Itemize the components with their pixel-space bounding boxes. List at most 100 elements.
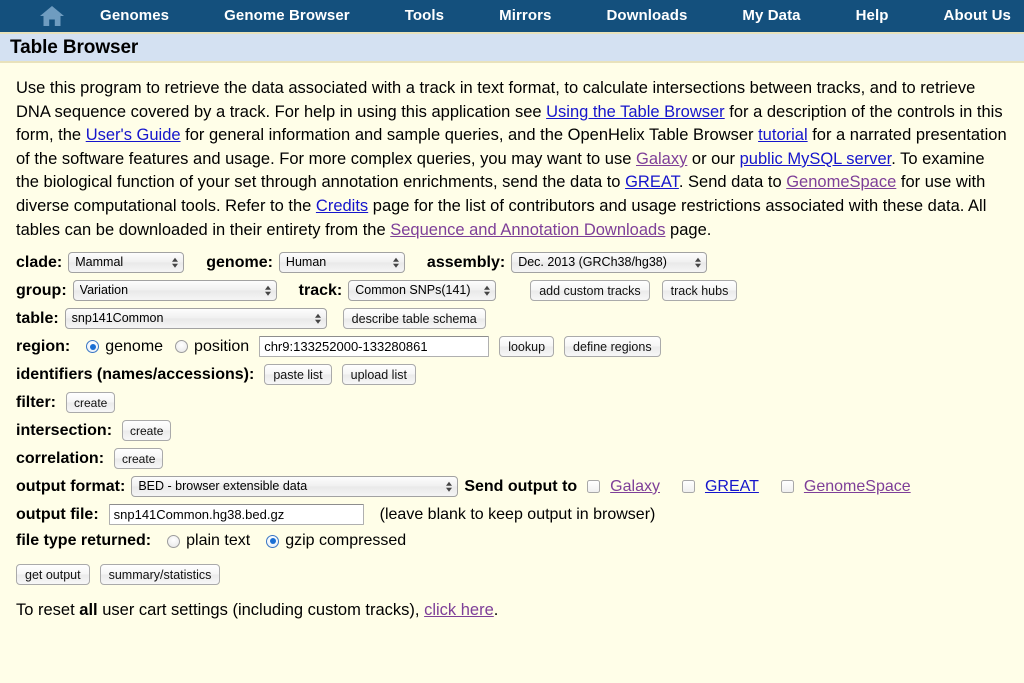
describe-table-schema-button[interactable]: describe table schema (342, 308, 486, 330)
summary-statistics-button[interactable]: summary/statistics (99, 564, 221, 586)
track-hubs-button[interactable]: track hubs (661, 280, 738, 302)
add-custom-tracks-button[interactable]: add custom tracks (530, 280, 650, 302)
nav-item-genome-browser[interactable]: Genome Browser (211, 0, 363, 33)
reset-text-1: To reset (16, 601, 80, 620)
nav-item-about-us[interactable]: About Us (931, 0, 1024, 33)
region-position-radio[interactable] (175, 340, 189, 354)
link-great[interactable]: GREAT (625, 173, 679, 191)
output-file-hint: (leave blank to keep output in browser) (379, 505, 656, 523)
send-to-genomespace-link[interactable]: GenomeSpace (804, 478, 911, 496)
send-to-great-checkbox[interactable] (681, 480, 695, 494)
file-type-gzip-label: gzip compressed (285, 532, 407, 550)
output-file-input[interactable] (108, 504, 364, 526)
intro-text-3: for general information and sample queri… (180, 126, 759, 145)
send-to-galaxy-checkbox[interactable] (587, 480, 601, 494)
upload-list-button[interactable]: upload list (341, 364, 416, 386)
page-title: Table Browser (10, 36, 139, 58)
group-select[interactable]: Variation (72, 280, 277, 302)
row-intersection: intersection: create (16, 420, 1010, 442)
file-type-label: file type returned: (16, 532, 152, 550)
table-select[interactable]: snp141Common (64, 308, 327, 330)
intro-text-7: . Send data to (678, 173, 787, 192)
region-position-input[interactable] (259, 336, 490, 358)
correlation-label: correlation: (16, 449, 105, 467)
filter-create-button[interactable]: create (66, 392, 116, 414)
reset-text-2: user cart settings (including custom tra… (97, 601, 425, 620)
reset-cart-link[interactable]: click here (424, 601, 494, 619)
row-correlation: correlation: create (16, 448, 1010, 470)
nav-item-help[interactable]: Help (843, 0, 902, 33)
link-sequence-and-annotation-downloads[interactable]: Sequence and Annotation Downloads (390, 221, 665, 239)
output-format-select-wrapper[interactable]: BED - browser extensible data (131, 476, 459, 498)
row-region: region: genome position lookup define re… (16, 336, 1010, 358)
row-actions: get output summary/statistics (16, 564, 1010, 586)
link-tutorial[interactable]: tutorial (758, 126, 808, 144)
intersection-create-button[interactable]: create (122, 420, 172, 442)
filter-label: filter: (16, 393, 56, 411)
clade-label: clade: (16, 253, 63, 271)
link-using-the-table-browser[interactable]: Using the Table Browser (546, 103, 725, 121)
clade-select[interactable]: Mammal (68, 252, 185, 274)
genome-select-wrapper[interactable]: Human (278, 252, 405, 274)
output-format-select[interactable]: BED - browser extensible data (131, 476, 459, 498)
reset-text-all: all (79, 601, 98, 620)
send-output-to-label: Send output to (464, 477, 578, 495)
file-type-plain-text-label: plain text (186, 532, 251, 550)
link-credits[interactable]: Credits (316, 197, 368, 215)
track-select[interactable]: Common SNPs(141) (348, 280, 497, 302)
link-galaxy[interactable]: Galaxy (636, 150, 687, 168)
group-select-wrapper[interactable]: Variation (72, 280, 277, 302)
send-to-genomespace-checkbox[interactable] (780, 480, 794, 494)
reset-text-3: . (493, 601, 499, 620)
send-to-great-link[interactable]: GREAT (705, 478, 759, 496)
main-content: Use this program to retrieve the data as… (0, 63, 1024, 620)
row-output-format: output format: BED - browser extensible … (16, 476, 1010, 498)
top-navigation-bar: Genomes Genome Browser Tools Mirrors Dow… (0, 0, 1024, 34)
nav-items: Genomes Genome Browser Tools Mirrors Dow… (87, 0, 1024, 33)
file-type-gzip-radio[interactable] (266, 534, 280, 548)
paste-list-button[interactable]: paste list (264, 364, 332, 386)
row-filter: filter: create (16, 392, 1010, 414)
genome-select[interactable]: Human (278, 252, 405, 274)
get-output-button[interactable]: get output (16, 564, 90, 586)
define-regions-button[interactable]: define regions (564, 336, 661, 358)
table-label: table: (16, 309, 59, 327)
row-identifiers: identifiers (names/accessions): paste li… (16, 364, 1010, 386)
identifiers-label: identifiers (names/accessions): (16, 365, 255, 383)
output-file-label: output file: (16, 505, 99, 523)
nav-item-downloads[interactable]: Downloads (594, 0, 701, 33)
assembly-label: assembly: (426, 253, 506, 271)
reset-cart-text: To reset all user cart settings (includi… (16, 601, 1010, 620)
region-genome-radio[interactable] (86, 340, 100, 354)
file-type-plain-text-radio[interactable] (167, 534, 181, 548)
nav-item-tools[interactable]: Tools (392, 0, 457, 33)
table-select-wrapper[interactable]: snp141Common (64, 308, 327, 330)
home-icon[interactable] (32, 4, 71, 28)
assembly-select-wrapper[interactable]: Dec. 2013 (GRCh38/hg38) (511, 252, 708, 274)
group-label: group: (16, 281, 67, 299)
intro-paragraph: Use this program to retrieve the data as… (16, 77, 1010, 242)
intersection-label: intersection: (16, 421, 113, 439)
link-genomespace[interactable]: GenomeSpace (786, 173, 896, 191)
lookup-button[interactable]: lookup (499, 336, 555, 358)
page-title-band: Table Browser (0, 34, 1024, 63)
region-genome-label: genome (105, 337, 164, 355)
send-to-galaxy-link[interactable]: Galaxy (610, 478, 660, 496)
link-users-guide[interactable]: User's Guide (86, 126, 181, 144)
output-format-label: output format: (16, 477, 126, 495)
genome-label: genome: (206, 253, 273, 271)
region-position-label: position (194, 337, 250, 355)
region-label: region: (16, 337, 71, 355)
row-file-type: file type returned: plain text gzip comp… (16, 532, 1010, 550)
nav-item-genomes[interactable]: Genomes (87, 0, 182, 33)
nav-item-mirrors[interactable]: Mirrors (486, 0, 564, 33)
nav-item-my-data[interactable]: My Data (729, 0, 813, 33)
assembly-select[interactable]: Dec. 2013 (GRCh38/hg38) (511, 252, 708, 274)
track-select-wrapper[interactable]: Common SNPs(141) (348, 280, 497, 302)
row-output-file: output file: (leave blank to keep output… (16, 504, 1010, 526)
clade-select-wrapper[interactable]: Mammal (68, 252, 185, 274)
intro-text-10: page. (665, 220, 712, 239)
correlation-create-button[interactable]: create (114, 448, 164, 470)
link-public-mysql-server[interactable]: public MySQL server (740, 150, 892, 168)
row-clade-genome-assembly: clade: Mammal genome: Human assembly: De… (16, 252, 1010, 274)
